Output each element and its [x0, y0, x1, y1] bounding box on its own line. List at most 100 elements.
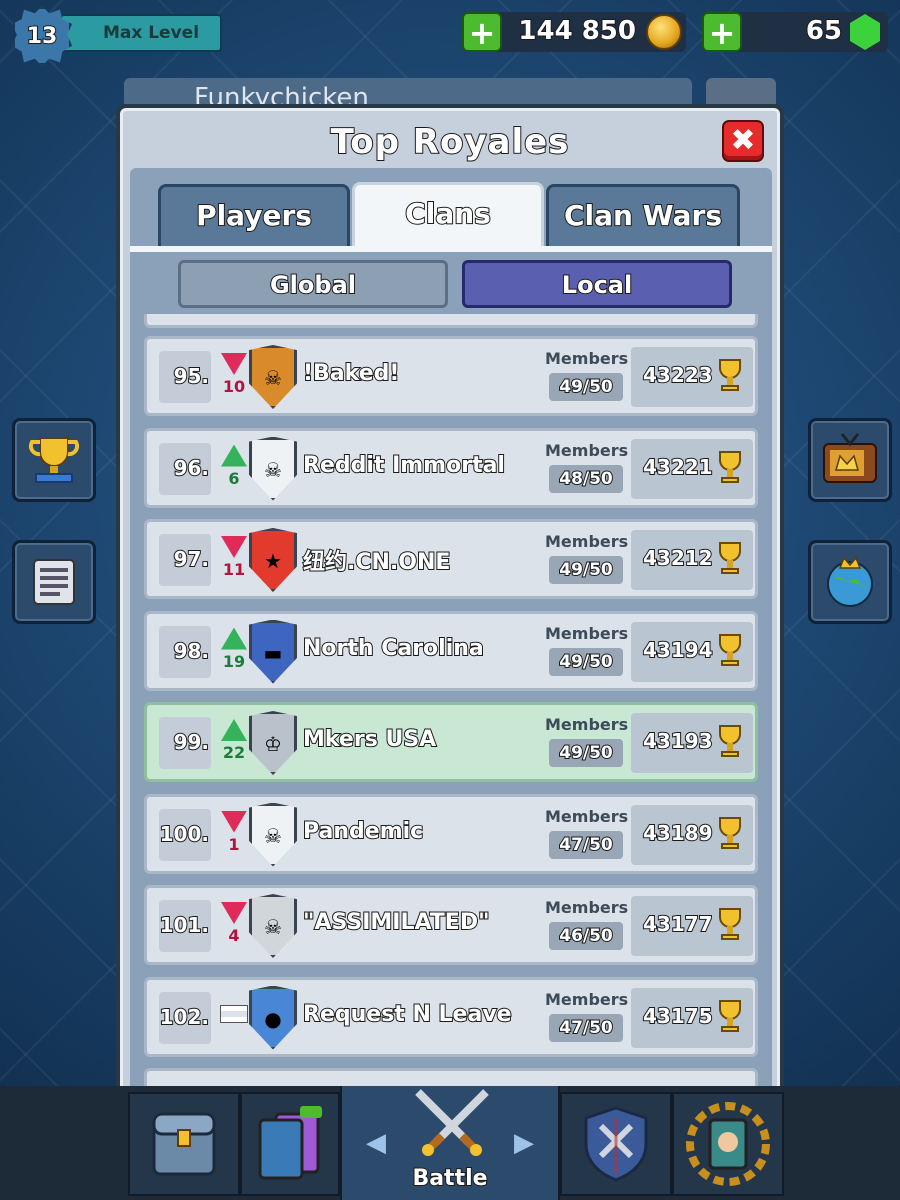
- rank-change: 4: [228, 926, 240, 945]
- clan-name: North Carolina: [302, 635, 485, 662]
- members-count: 49/50: [549, 739, 623, 767]
- rank-change: 11: [222, 560, 246, 579]
- clan-row[interactable]: 98. 19 ▬ North Carolina Members 49/50 43194: [144, 610, 758, 691]
- tab-clan-wars[interactable]: Clan Wars: [546, 184, 740, 246]
- coin-icon: [646, 14, 682, 50]
- clan-trophies: 43189: [642, 820, 714, 846]
- close-button[interactable]: ✖: [722, 120, 764, 162]
- clan-rank: 99.: [159, 717, 211, 769]
- clan-row[interactable]: 96. 6 ☠ Reddit Immortal Members 48/50 43221: [144, 427, 758, 508]
- trophy-box: 43177: [631, 896, 753, 956]
- trophy-box: 43221: [631, 438, 753, 499]
- members-count: 49/50: [549, 373, 623, 401]
- trophy-box: 43175: [631, 987, 753, 1048]
- rank-up-arrow-icon: [221, 719, 247, 741]
- tab-bar: Players Clans Clan Wars: [130, 168, 772, 248]
- clan-name: Reddit Immortal: [302, 452, 506, 479]
- members-label: Members: [545, 989, 629, 1009]
- add-gems-button[interactable]: +: [702, 12, 742, 52]
- tab-players[interactable]: Players: [158, 184, 350, 246]
- local-filter-button[interactable]: Local: [462, 260, 732, 308]
- top-royales-modal: Top Royales ✖ Players Clans Clan Wars Gl…: [116, 104, 784, 1098]
- members-label: Members: [545, 806, 629, 826]
- clan-name: Pandemic: [302, 818, 424, 845]
- clan-list[interactable]: 95. 10 ☠ !Baked! Members 49/50 43223 96. 6 ☠ Reddi…: [144, 314, 758, 1092]
- members-count: 47/50: [549, 1013, 623, 1042]
- members-label: Members: [545, 623, 629, 643]
- gem-icon: [850, 14, 880, 50]
- clan-row[interactable]: 101. 4 ☠ "ASSIMILATED" Members 46/50 43177: [144, 885, 758, 965]
- clan-row[interactable]: 100. 1 ☠ Pandemic Members 47/50 43189: [144, 793, 758, 874]
- clan-rank: 95.: [159, 351, 211, 403]
- rank-change: 19: [222, 651, 246, 671]
- modal-title: Top Royales: [330, 121, 570, 163]
- clan-rank: 101.: [159, 900, 211, 952]
- clan-rank: 98.: [159, 625, 211, 678]
- clan-row[interactable]: 97. 11 ★ 纽约.CN.ONE Members 49/50 43212: [144, 519, 758, 599]
- members-label: Members: [545, 715, 629, 734]
- trophy-box: 43194: [631, 621, 753, 682]
- clan-row[interactable]: 95. 10 ☠ !Baked! Members 49/50 43223: [144, 336, 758, 416]
- members-count: 47/50: [549, 830, 623, 859]
- rank-down-arrow-icon: [221, 353, 247, 375]
- members-count: 48/50: [549, 464, 623, 493]
- globe-icon: [827, 556, 873, 607]
- trophy-icon: [28, 437, 80, 483]
- chevron-left-icon[interactable]: ◀: [366, 1128, 386, 1158]
- members-label: Members: [545, 440, 629, 460]
- rank-unchanged-icon: [221, 1005, 247, 1022]
- clan-row[interactable]: 99. 22 ♔ Mkers USA Members 49/50 43193: [144, 702, 758, 782]
- clan-rank: 97.: [159, 534, 211, 586]
- tv-icon: [823, 433, 877, 483]
- trophy-road-button[interactable]: [12, 418, 96, 502]
- trophy-icon: [715, 633, 745, 668]
- clan-row[interactable]: 102. ● Request N Leave Members 47/50 43175: [144, 976, 758, 1057]
- rank-change: 10: [222, 377, 246, 396]
- chevron-right-icon[interactable]: ▶: [514, 1128, 534, 1158]
- crossed-swords-icon: [415, 1089, 489, 1156]
- clan-trophies: 43194: [642, 637, 714, 663]
- clan-rank: 96.: [159, 442, 211, 495]
- trophy-box: 43189: [631, 804, 753, 865]
- members-count: 49/50: [549, 556, 623, 584]
- level-number: 13: [26, 23, 59, 50]
- tab-clans[interactable]: Clans: [352, 182, 544, 248]
- nav-clan-button[interactable]: [560, 1092, 672, 1196]
- trophy-icon: [715, 359, 745, 393]
- members-count: 46/50: [549, 922, 623, 950]
- gold-value: 144 850: [517, 15, 637, 47]
- rank-up-arrow-icon: [221, 627, 247, 650]
- trophy-icon: [715, 542, 745, 576]
- clan-name: !Baked!: [302, 360, 400, 387]
- clan-name: 纽约.CN.ONE: [302, 549, 451, 576]
- battle-label: Battle: [411, 1165, 488, 1192]
- nav-battle-button[interactable]: ◀ ▶ Battle: [340, 1086, 560, 1200]
- clan-trophies: 43175: [642, 1003, 714, 1029]
- members-label: Members: [545, 532, 629, 551]
- rank-up-arrow-icon: [221, 444, 247, 467]
- clan-name: Request N Leave: [302, 1001, 513, 1028]
- clan-trophies: 43193: [642, 728, 714, 754]
- nav-events-button[interactable]: [672, 1092, 784, 1196]
- members-label: Members: [545, 898, 629, 917]
- trophy-box: 43212: [631, 530, 753, 590]
- clan-badge-icon: ★: [249, 528, 297, 592]
- clan-badge-icon: ☠: [249, 436, 297, 501]
- trophy-icon: [715, 450, 745, 485]
- clan-trophies: 43223: [642, 362, 714, 388]
- trophy-icon: [715, 725, 745, 759]
- cards-icon: [258, 1106, 322, 1180]
- clan-trophies: 43212: [642, 545, 714, 571]
- clan-badge-icon: ♔: [249, 711, 297, 775]
- news-scroll-button[interactable]: [12, 540, 96, 624]
- add-gold-button[interactable]: +: [462, 12, 502, 52]
- global-tournaments-button[interactable]: [808, 540, 892, 624]
- global-filter-button[interactable]: Global: [178, 260, 448, 308]
- nav-cards-button[interactable]: [240, 1092, 340, 1196]
- laurel-icon: [686, 1102, 770, 1186]
- tv-royale-button[interactable]: [808, 418, 892, 502]
- clan-name: "ASSIMILATED": [302, 909, 491, 936]
- nav-shop-button[interactable]: [128, 1092, 240, 1196]
- clan-shield-icon: [584, 1106, 648, 1182]
- level-label: Max Level: [60, 14, 222, 52]
